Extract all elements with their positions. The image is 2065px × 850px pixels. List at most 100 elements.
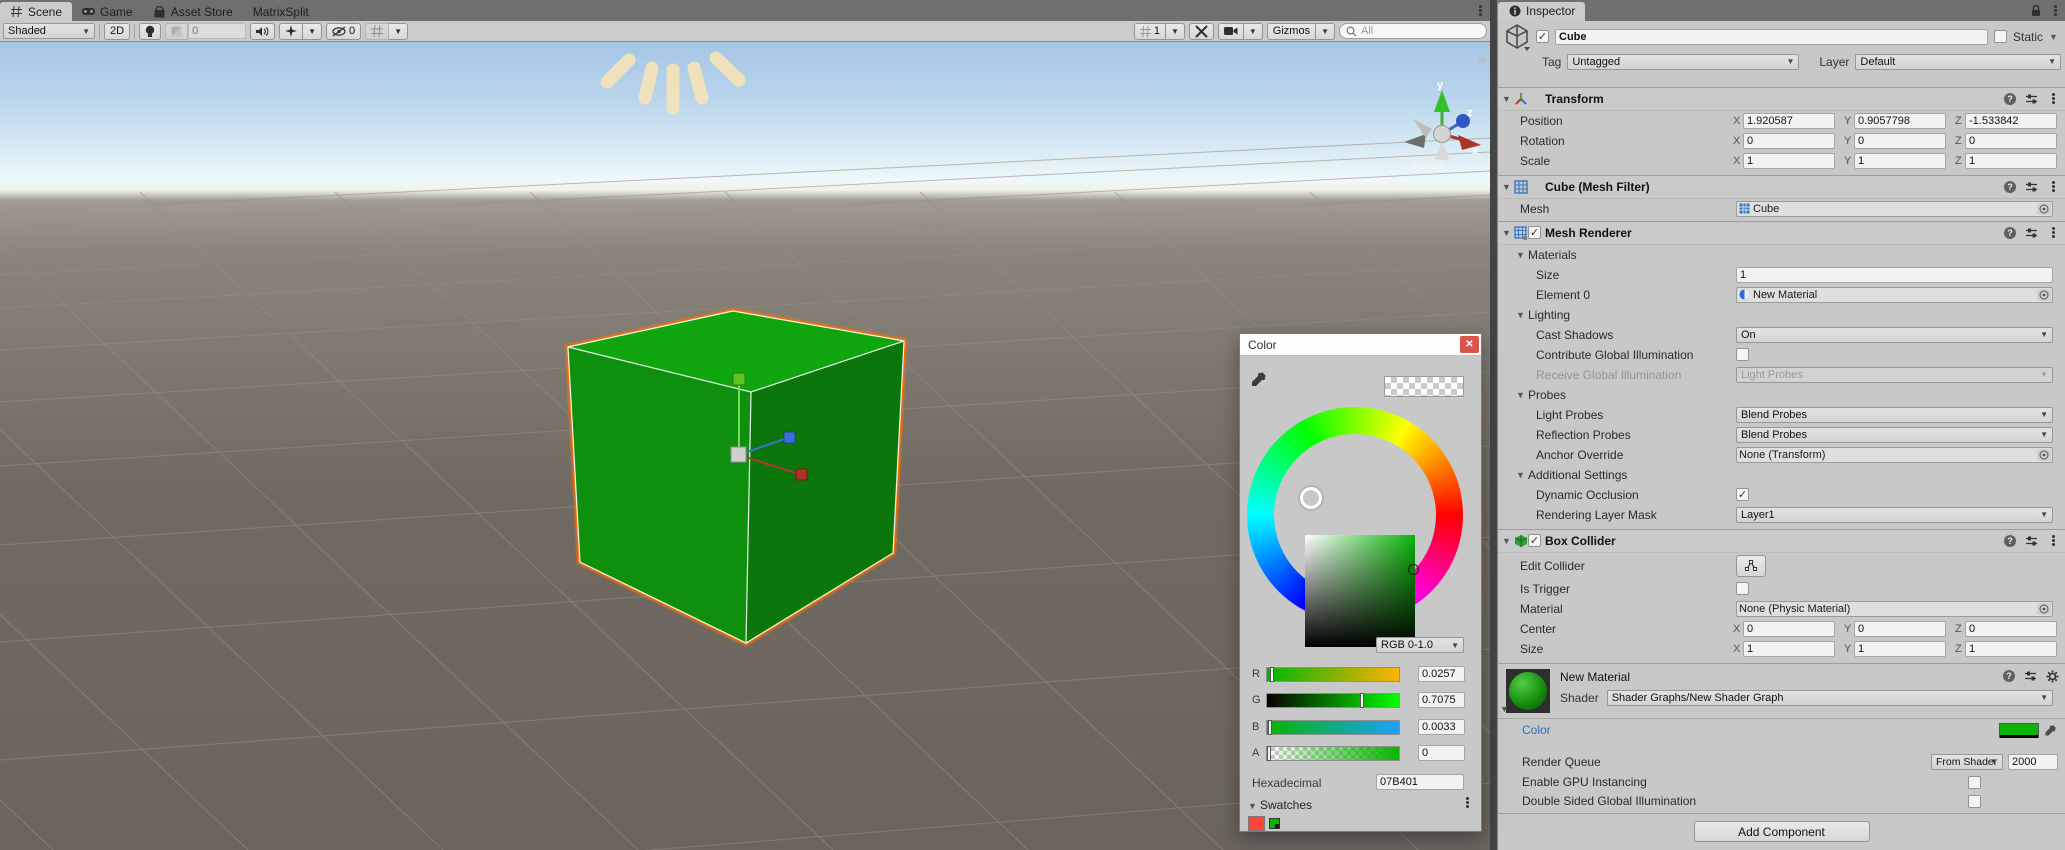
blue-slider[interactable] xyxy=(1266,720,1400,735)
presets-icon[interactable] xyxy=(2025,227,2038,239)
cast-shadows-dropdown[interactable]: On▼ xyxy=(1736,327,2053,343)
scene-search-input[interactable] xyxy=(1361,25,1471,37)
scene-visibility-button[interactable]: 0 xyxy=(326,23,361,40)
component-menu-icon[interactable] xyxy=(2047,534,2059,547)
size-y-field[interactable] xyxy=(1854,641,1946,657)
scale-x-field[interactable] xyxy=(1743,153,1835,169)
hex-value-field[interactable] xyxy=(1376,774,1464,790)
mesh-renderer-header[interactable]: ▼ ✓ Mesh Renderer ? xyxy=(1498,222,2065,245)
rotation-x-field[interactable] xyxy=(1743,133,1835,149)
help-icon[interactable]: ? xyxy=(2003,670,2015,682)
dynamic-occlusion-checkbox[interactable]: ✓ xyxy=(1736,488,1749,501)
tab-matrixsplit[interactable]: MatrixSplit xyxy=(243,2,319,21)
panel-divider[interactable] xyxy=(1490,0,1497,850)
center-y-field[interactable] xyxy=(1854,621,1946,637)
swatch-current-green[interactable] xyxy=(1269,818,1280,829)
red-value-field[interactable] xyxy=(1418,666,1465,682)
hue-selector[interactable] xyxy=(1300,487,1322,509)
static-dropdown-arrow[interactable]: ▼ xyxy=(2049,32,2061,42)
alpha-value-field[interactable] xyxy=(1418,745,1465,761)
red-slider[interactable] xyxy=(1266,667,1400,682)
rotation-z-field[interactable] xyxy=(1965,133,2057,149)
center-x-field[interactable] xyxy=(1743,621,1835,637)
swatches-menu-icon[interactable] xyxy=(1461,796,1473,809)
materials-foldout-row[interactable]: ▼Materials xyxy=(1498,245,2065,265)
grid-opacity-dropdown[interactable]: ▼ xyxy=(1166,23,1185,40)
mesh-filter-header[interactable]: ▼ Cube (Mesh Filter) ? xyxy=(1498,176,2065,199)
tab-asset-store[interactable]: Asset Store xyxy=(143,2,243,21)
close-icon[interactable]: ✕ xyxy=(1460,336,1479,353)
help-icon[interactable]: ? xyxy=(2004,93,2016,105)
light-probes-dropdown[interactable]: Blend Probes▼ xyxy=(1736,407,2053,423)
lighting-foldout-row[interactable]: ▼Lighting xyxy=(1498,305,2065,325)
gameobject-active-checkbox[interactable]: ✓ xyxy=(1536,30,1549,43)
scene-lighting-button[interactable] xyxy=(139,23,161,40)
alpha-slider[interactable] xyxy=(1266,746,1400,761)
gpu-instancing-checkbox[interactable] xyxy=(1968,776,1981,789)
gear-icon[interactable] xyxy=(2046,670,2059,683)
component-menu-icon[interactable] xyxy=(2047,226,2059,239)
presets-icon[interactable] xyxy=(2024,670,2037,682)
contribute-gi-checkbox[interactable] xyxy=(1736,348,1749,361)
physic-material-field[interactable]: None (Physic Material) xyxy=(1736,601,2053,617)
additional-settings-foldout-row[interactable]: ▼Additional Settings xyxy=(1498,465,2065,485)
rotation-y-field[interactable] xyxy=(1854,133,1946,149)
color-property-label[interactable]: Color xyxy=(1522,723,1551,737)
render-queue-mode-dropdown[interactable]: From Shader▼ xyxy=(1931,754,2003,770)
component-menu-icon[interactable] xyxy=(2047,92,2059,105)
mesh-renderer-enabled-checkbox[interactable]: ✓ xyxy=(1528,226,1541,239)
box-collider-enabled-checkbox[interactable]: ✓ xyxy=(1528,534,1541,547)
tab-scene[interactable]: Scene xyxy=(0,2,72,21)
blue-value-field[interactable] xyxy=(1418,719,1465,735)
gizmos-button[interactable]: Gizmos xyxy=(1267,23,1316,40)
material-preview[interactable] xyxy=(1506,669,1550,713)
scene-grid-dropdown[interactable]: ▼ xyxy=(389,23,408,40)
exposure-value-field[interactable] xyxy=(188,23,246,39)
size-x-field[interactable] xyxy=(1743,641,1835,657)
gizmos-dropdown[interactable]: ▼ xyxy=(1316,23,1335,40)
static-checkbox[interactable] xyxy=(1994,30,2007,43)
inspector-menu-icon[interactable] xyxy=(2049,4,2061,17)
color-swatch[interactable] xyxy=(1999,723,2039,738)
size-z-field[interactable] xyxy=(1965,641,2057,657)
color-mode-dropdown[interactable]: RGB 0-1.0▼ xyxy=(1376,637,1464,653)
scene-grid-button[interactable] xyxy=(365,23,389,40)
scene-effects-dropdown[interactable]: ▼ xyxy=(303,23,322,40)
tab-inspector[interactable]: Inspector xyxy=(1498,2,1585,21)
layer-dropdown[interactable]: Default▼ xyxy=(1855,54,2061,70)
scale-y-field[interactable] xyxy=(1854,153,1946,169)
orientation-gizmo[interactable]: y x z xyxy=(1404,79,1481,160)
is-trigger-checkbox[interactable] xyxy=(1736,582,1749,595)
eyedropper-icon[interactable] xyxy=(2044,724,2057,737)
eyedropper-icon[interactable] xyxy=(1250,370,1268,388)
add-component-button[interactable]: Add Component xyxy=(1694,821,1870,842)
hue-wheel[interactable] xyxy=(1247,407,1463,623)
materials-size-field[interactable] xyxy=(1736,267,2053,283)
position-x-field[interactable] xyxy=(1743,113,1835,129)
swatches-foldout[interactable]: ▼Swatches xyxy=(1248,798,1312,812)
position-y-field[interactable] xyxy=(1854,113,1946,129)
scene-camera-button[interactable] xyxy=(1218,23,1244,40)
scene-panel-menu-icon[interactable] xyxy=(1474,4,1486,17)
sv-selector[interactable] xyxy=(1408,564,1419,575)
element0-object-field[interactable]: New Material xyxy=(1736,287,2053,303)
object-picker-icon[interactable] xyxy=(2037,203,2051,215)
object-picker-icon[interactable] xyxy=(2037,289,2051,301)
help-icon[interactable]: ? xyxy=(2004,227,2016,239)
scale-z-field[interactable] xyxy=(1965,153,2057,169)
green-value-field[interactable] xyxy=(1418,692,1465,708)
object-picker-icon[interactable] xyxy=(2037,603,2051,615)
shading-mode-dropdown[interactable]: Shaded ▼ xyxy=(3,23,95,39)
gameobject-name-field[interactable] xyxy=(1555,29,1988,45)
presets-icon[interactable] xyxy=(2025,93,2038,105)
center-z-field[interactable] xyxy=(1965,621,2057,637)
swatch-red[interactable] xyxy=(1248,816,1265,831)
persp-mode-label[interactable]: Persp xyxy=(1412,160,1443,172)
toggle-2d-button[interactable]: 2D xyxy=(104,23,130,40)
material-foldout[interactable]: ▼ xyxy=(1500,704,1509,714)
green-slider[interactable] xyxy=(1266,693,1400,708)
help-icon[interactable]: ? xyxy=(2004,535,2016,547)
tab-game[interactable]: Game xyxy=(72,2,143,21)
tag-dropdown[interactable]: Untagged▼ xyxy=(1567,54,1799,70)
double-sided-gi-checkbox[interactable] xyxy=(1968,795,1981,808)
